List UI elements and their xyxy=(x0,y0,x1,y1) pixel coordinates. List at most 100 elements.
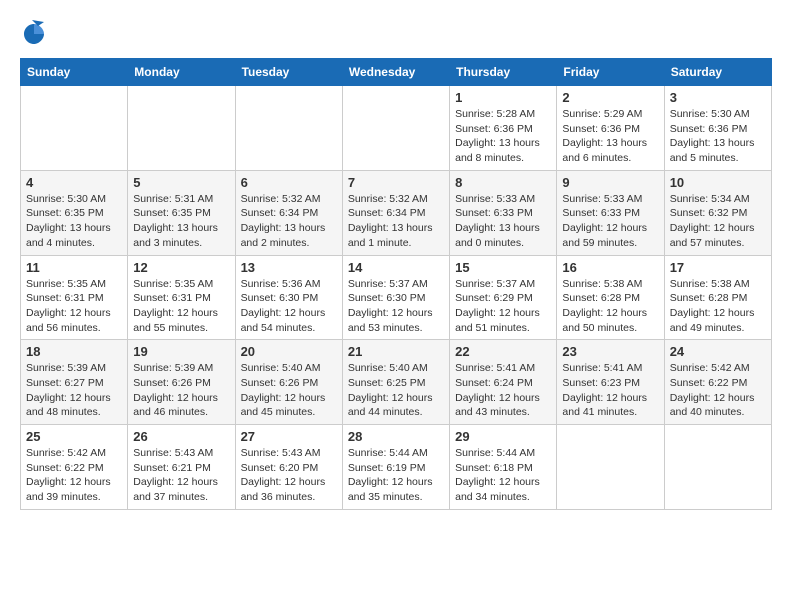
calendar-day-cell: 1 Sunrise: 5:28 AM Sunset: 6:36 PM Daylig… xyxy=(450,86,557,171)
day-number: 1 xyxy=(455,90,551,105)
day-number: 3 xyxy=(670,90,766,105)
day-info: Sunrise: 5:41 AM Sunset: 6:24 PM Dayligh… xyxy=(455,361,551,420)
calendar-day-cell: 11 Sunrise: 5:35 AM Sunset: 6:31 PM Dayli… xyxy=(21,255,128,340)
day-of-week-header: Tuesday xyxy=(235,59,342,86)
day-of-week-header: Wednesday xyxy=(342,59,449,86)
page-header xyxy=(20,20,772,48)
day-number: 23 xyxy=(562,344,658,359)
logo xyxy=(20,20,50,48)
calendar-day-cell: 26 Sunrise: 5:43 AM Sunset: 6:21 PM Dayli… xyxy=(128,425,235,510)
day-info: Sunrise: 5:39 AM Sunset: 6:27 PM Dayligh… xyxy=(26,361,122,420)
calendar-day-cell: 24 Sunrise: 5:42 AM Sunset: 6:22 PM Dayli… xyxy=(664,340,771,425)
day-number: 27 xyxy=(241,429,337,444)
day-number: 21 xyxy=(348,344,444,359)
day-info: Sunrise: 5:38 AM Sunset: 6:28 PM Dayligh… xyxy=(670,277,766,336)
day-info: Sunrise: 5:31 AM Sunset: 6:35 PM Dayligh… xyxy=(133,192,229,251)
day-number: 15 xyxy=(455,260,551,275)
calendar-day-cell: 25 Sunrise: 5:42 AM Sunset: 6:22 PM Dayli… xyxy=(21,425,128,510)
day-info: Sunrise: 5:34 AM Sunset: 6:32 PM Dayligh… xyxy=(670,192,766,251)
calendar-week-row: 11 Sunrise: 5:35 AM Sunset: 6:31 PM Dayli… xyxy=(21,255,772,340)
calendar-table: SundayMondayTuesdayWednesdayThursdayFrid… xyxy=(20,58,772,510)
day-number: 4 xyxy=(26,175,122,190)
day-number: 24 xyxy=(670,344,766,359)
calendar-day-cell xyxy=(664,425,771,510)
day-number: 8 xyxy=(455,175,551,190)
calendar-day-cell xyxy=(21,86,128,171)
day-number: 2 xyxy=(562,90,658,105)
calendar-day-cell: 3 Sunrise: 5:30 AM Sunset: 6:36 PM Daylig… xyxy=(664,86,771,171)
day-number: 26 xyxy=(133,429,229,444)
calendar-day-cell: 12 Sunrise: 5:35 AM Sunset: 6:31 PM Dayli… xyxy=(128,255,235,340)
day-info: Sunrise: 5:41 AM Sunset: 6:23 PM Dayligh… xyxy=(562,361,658,420)
day-number: 25 xyxy=(26,429,122,444)
day-info: Sunrise: 5:42 AM Sunset: 6:22 PM Dayligh… xyxy=(26,446,122,505)
calendar-header: SundayMondayTuesdayWednesdayThursdayFrid… xyxy=(21,59,772,86)
day-number: 28 xyxy=(348,429,444,444)
day-number: 9 xyxy=(562,175,658,190)
day-number: 18 xyxy=(26,344,122,359)
calendar-day-cell: 22 Sunrise: 5:41 AM Sunset: 6:24 PM Dayli… xyxy=(450,340,557,425)
day-of-week-header: Thursday xyxy=(450,59,557,86)
day-number: 11 xyxy=(26,260,122,275)
day-info: Sunrise: 5:35 AM Sunset: 6:31 PM Dayligh… xyxy=(133,277,229,336)
day-info: Sunrise: 5:43 AM Sunset: 6:20 PM Dayligh… xyxy=(241,446,337,505)
calendar-day-cell: 18 Sunrise: 5:39 AM Sunset: 6:27 PM Dayli… xyxy=(21,340,128,425)
calendar-day-cell: 4 Sunrise: 5:30 AM Sunset: 6:35 PM Daylig… xyxy=(21,170,128,255)
day-info: Sunrise: 5:28 AM Sunset: 6:36 PM Dayligh… xyxy=(455,107,551,166)
day-info: Sunrise: 5:42 AM Sunset: 6:22 PM Dayligh… xyxy=(670,361,766,420)
day-info: Sunrise: 5:44 AM Sunset: 6:19 PM Dayligh… xyxy=(348,446,444,505)
calendar-week-row: 25 Sunrise: 5:42 AM Sunset: 6:22 PM Dayli… xyxy=(21,425,772,510)
calendar-day-cell: 20 Sunrise: 5:40 AM Sunset: 6:26 PM Dayli… xyxy=(235,340,342,425)
calendar-day-cell: 17 Sunrise: 5:38 AM Sunset: 6:28 PM Dayli… xyxy=(664,255,771,340)
calendar-day-cell xyxy=(557,425,664,510)
day-info: Sunrise: 5:35 AM Sunset: 6:31 PM Dayligh… xyxy=(26,277,122,336)
calendar-day-cell: 2 Sunrise: 5:29 AM Sunset: 6:36 PM Daylig… xyxy=(557,86,664,171)
calendar-day-cell: 5 Sunrise: 5:31 AM Sunset: 6:35 PM Daylig… xyxy=(128,170,235,255)
days-of-week-row: SundayMondayTuesdayWednesdayThursdayFrid… xyxy=(21,59,772,86)
logo-icon xyxy=(20,20,48,48)
day-info: Sunrise: 5:30 AM Sunset: 6:36 PM Dayligh… xyxy=(670,107,766,166)
day-number: 14 xyxy=(348,260,444,275)
day-number: 5 xyxy=(133,175,229,190)
day-info: Sunrise: 5:38 AM Sunset: 6:28 PM Dayligh… xyxy=(562,277,658,336)
calendar-day-cell: 14 Sunrise: 5:37 AM Sunset: 6:30 PM Dayli… xyxy=(342,255,449,340)
day-number: 16 xyxy=(562,260,658,275)
calendar-day-cell: 9 Sunrise: 5:33 AM Sunset: 6:33 PM Daylig… xyxy=(557,170,664,255)
day-of-week-header: Saturday xyxy=(664,59,771,86)
day-number: 22 xyxy=(455,344,551,359)
calendar-body: 1 Sunrise: 5:28 AM Sunset: 6:36 PM Daylig… xyxy=(21,86,772,510)
day-number: 17 xyxy=(670,260,766,275)
calendar-day-cell: 28 Sunrise: 5:44 AM Sunset: 6:19 PM Dayli… xyxy=(342,425,449,510)
day-info: Sunrise: 5:37 AM Sunset: 6:30 PM Dayligh… xyxy=(348,277,444,336)
calendar-day-cell: 27 Sunrise: 5:43 AM Sunset: 6:20 PM Dayli… xyxy=(235,425,342,510)
calendar-day-cell: 6Sunrise: 5:32 AM Sunset: 6:34 PM Daylig… xyxy=(235,170,342,255)
day-number: 13 xyxy=(241,260,337,275)
day-info: Sunrise: 5:33 AM Sunset: 6:33 PM Dayligh… xyxy=(562,192,658,251)
day-number: 20 xyxy=(241,344,337,359)
calendar-day-cell: 15 Sunrise: 5:37 AM Sunset: 6:29 PM Dayli… xyxy=(450,255,557,340)
calendar-day-cell: 16 Sunrise: 5:38 AM Sunset: 6:28 PM Dayli… xyxy=(557,255,664,340)
day-info: Sunrise: 5:29 AM Sunset: 6:36 PM Dayligh… xyxy=(562,107,658,166)
calendar-day-cell xyxy=(342,86,449,171)
day-number: 29 xyxy=(455,429,551,444)
day-of-week-header: Friday xyxy=(557,59,664,86)
day-info: Sunrise: 5:32 AM Sunset: 6:34 PM Dayligh… xyxy=(348,192,444,251)
calendar-day-cell xyxy=(128,86,235,171)
calendar-week-row: 1 Sunrise: 5:28 AM Sunset: 6:36 PM Daylig… xyxy=(21,86,772,171)
day-info: Sunrise: 5:40 AM Sunset: 6:26 PM Dayligh… xyxy=(241,361,337,420)
calendar-week-row: 4 Sunrise: 5:30 AM Sunset: 6:35 PM Daylig… xyxy=(21,170,772,255)
day-info: Sunrise: 5:43 AM Sunset: 6:21 PM Dayligh… xyxy=(133,446,229,505)
calendar-day-cell: 10Sunrise: 5:34 AM Sunset: 6:32 PM Dayli… xyxy=(664,170,771,255)
day-info: Sunrise: 5:37 AM Sunset: 6:29 PM Dayligh… xyxy=(455,277,551,336)
day-info: Sunrise: 5:30 AM Sunset: 6:35 PM Dayligh… xyxy=(26,192,122,251)
day-number: 12 xyxy=(133,260,229,275)
day-number: 19 xyxy=(133,344,229,359)
calendar-day-cell: 13 Sunrise: 5:36 AM Sunset: 6:30 PM Dayli… xyxy=(235,255,342,340)
day-info: Sunrise: 5:32 AM Sunset: 6:34 PM Dayligh… xyxy=(241,192,337,251)
day-info: Sunrise: 5:33 AM Sunset: 6:33 PM Dayligh… xyxy=(455,192,551,251)
calendar-week-row: 18 Sunrise: 5:39 AM Sunset: 6:27 PM Dayli… xyxy=(21,340,772,425)
calendar-day-cell: 23 Sunrise: 5:41 AM Sunset: 6:23 PM Dayli… xyxy=(557,340,664,425)
calendar-day-cell: 19Sunrise: 5:39 AM Sunset: 6:26 PM Dayli… xyxy=(128,340,235,425)
day-info: Sunrise: 5:36 AM Sunset: 6:30 PM Dayligh… xyxy=(241,277,337,336)
day-number: 7 xyxy=(348,175,444,190)
